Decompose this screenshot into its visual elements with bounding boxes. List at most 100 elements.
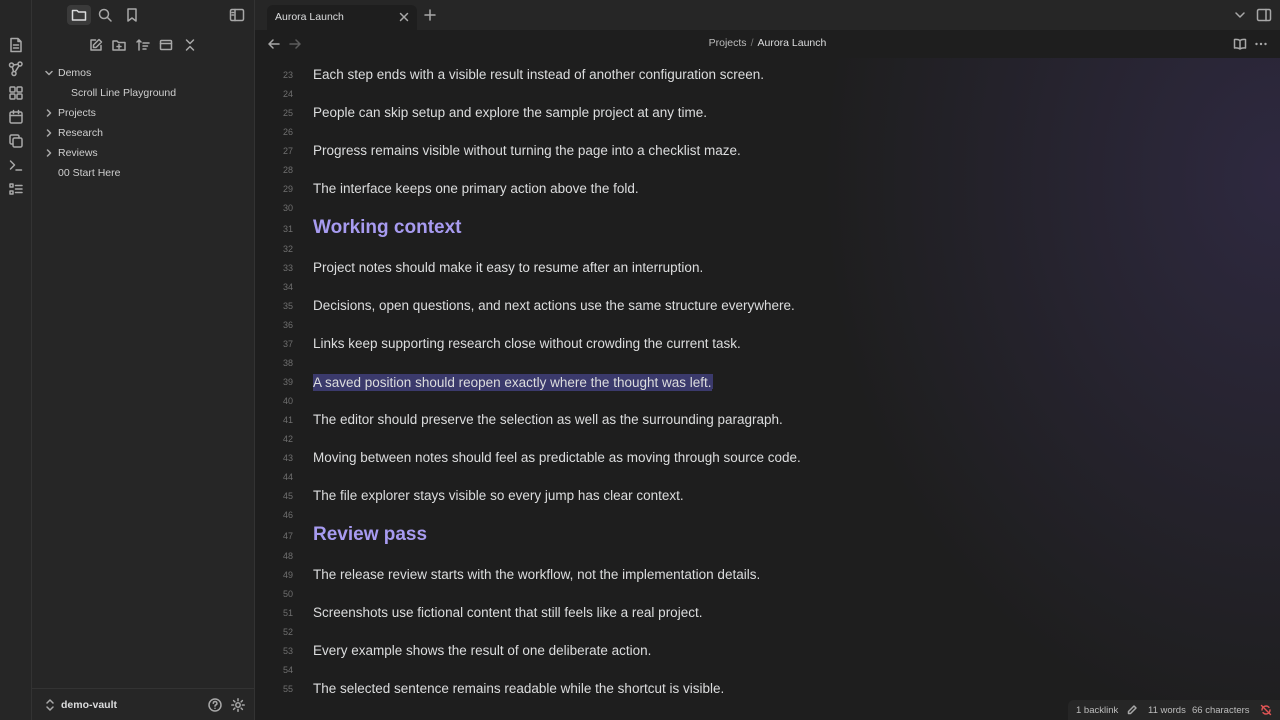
- line-number: 45: [282, 491, 293, 501]
- line-number: 47: [282, 531, 293, 541]
- vault-switcher-icon[interactable]: [44, 698, 56, 712]
- tree-item-label: Projects: [58, 107, 96, 119]
- checklist-icon[interactable]: [7, 180, 25, 198]
- tab-title: Aurora Launch: [275, 11, 344, 23]
- line-number: 55: [282, 684, 293, 694]
- line-number: 52: [282, 627, 293, 637]
- search-icon[interactable]: [96, 6, 114, 24]
- selected-paragraph[interactable]: A saved position should reopen exactly w…: [313, 374, 713, 391]
- status-bar: 1 backlink 11 words 66 characters: [1068, 700, 1280, 720]
- sync-error-icon[interactable]: [1260, 704, 1272, 716]
- line-number: 36: [282, 320, 293, 330]
- paragraph-line[interactable]: The file explorer stays visible so every…: [313, 488, 684, 503]
- paragraph-line[interactable]: The editor should preserve the selection…: [313, 412, 783, 427]
- vault-name[interactable]: demo-vault: [61, 699, 117, 711]
- line-number: 48: [282, 551, 293, 561]
- daily-note-icon[interactable]: [7, 36, 25, 54]
- new-folder-icon[interactable]: [111, 37, 127, 53]
- line-number: 54: [282, 665, 293, 675]
- copy-icon[interactable]: [7, 132, 25, 150]
- file-explorer-sidebar: Demos Scroll Line Playground Projects Re…: [32, 0, 255, 720]
- breadcrumb: Projects / Aurora Launch: [255, 37, 1280, 49]
- edit-pencil-icon[interactable]: [1126, 704, 1138, 716]
- bookmark-icon[interactable]: [123, 6, 141, 24]
- tab-close-icon[interactable]: [398, 11, 410, 23]
- sort-icon[interactable]: [135, 37, 151, 53]
- line-number: 26: [282, 127, 293, 137]
- collapse-icon[interactable]: [158, 37, 174, 53]
- character-count: 66 characters: [1192, 705, 1250, 716]
- calendar-icon[interactable]: [7, 108, 25, 126]
- line-number: 51: [282, 608, 293, 618]
- line-number: 35: [282, 301, 293, 311]
- line-number: 23: [282, 70, 293, 80]
- line-number: 38: [282, 358, 293, 368]
- canvas-icon[interactable]: [7, 84, 25, 102]
- paragraph-line[interactable]: Decisions, open questions, and next acti…: [313, 298, 795, 313]
- breadcrumb-parent[interactable]: Projects: [709, 37, 747, 49]
- paragraph-line[interactable]: Screenshots use fictional content that s…: [313, 605, 702, 620]
- new-note-icon[interactable]: [88, 37, 104, 53]
- line-number: 28: [282, 165, 293, 175]
- tree-item-label: Research: [58, 127, 103, 139]
- tab-aurora-launch[interactable]: Aurora Launch: [267, 5, 417, 30]
- text-cursor: [711, 374, 713, 389]
- text-selection: A saved position should reopen exactly w…: [313, 374, 712, 391]
- tree-folder-research[interactable]: Research: [32, 123, 255, 143]
- reading-view-book-icon[interactable]: [1232, 36, 1248, 52]
- tree-folder-reviews[interactable]: Reviews: [32, 143, 255, 163]
- tree-file-00-start-here[interactable]: 00 Start Here: [32, 163, 255, 183]
- line-number: 46: [282, 510, 293, 520]
- tree-item-label: Demos: [58, 67, 92, 79]
- help-icon[interactable]: [207, 697, 223, 713]
- word-count: 11 words: [1148, 705, 1186, 716]
- line-number: 44: [282, 472, 293, 482]
- line-number: 41: [282, 415, 293, 425]
- line-number: 43: [282, 453, 293, 463]
- more-options-icon[interactable]: [1253, 36, 1269, 52]
- section-heading[interactable]: Working context: [313, 217, 462, 239]
- sidebar-toggle-icon[interactable]: [228, 6, 246, 24]
- tree-folder-projects[interactable]: Projects: [32, 103, 255, 123]
- paragraph-line[interactable]: Project notes should make it easy to res…: [313, 260, 703, 275]
- line-number: 31: [282, 224, 293, 234]
- paragraph-line[interactable]: The selected sentence remains readable w…: [313, 681, 724, 696]
- breadcrumb-current[interactable]: Aurora Launch: [757, 37, 826, 49]
- paragraph-line[interactable]: The interface keeps one primary action a…: [313, 181, 639, 196]
- vault-bar: demo-vault: [32, 688, 255, 720]
- line-number: 53: [282, 646, 293, 656]
- paragraph-line[interactable]: Every example shows the result of one de…: [313, 643, 651, 658]
- line-number: 27: [282, 146, 293, 156]
- tree-item-label: Scroll Line Playground: [71, 87, 177, 99]
- tree-item-label: Reviews: [58, 147, 98, 159]
- new-tab-plus-icon[interactable]: [423, 8, 437, 22]
- tree-folder-demos[interactable]: Demos: [32, 63, 255, 83]
- graph-icon[interactable]: [7, 60, 25, 78]
- paragraph-line[interactable]: Links keep supporting research close wit…: [313, 336, 741, 351]
- line-number: 40: [282, 396, 293, 406]
- folder-icon[interactable]: [67, 5, 91, 25]
- line-number: 29: [282, 184, 293, 194]
- line-number: 42: [282, 434, 293, 444]
- line-number: 32: [282, 244, 293, 254]
- section-heading[interactable]: Review pass: [313, 524, 427, 546]
- paragraph-line[interactable]: People can skip setup and explore the sa…: [313, 105, 707, 120]
- line-number: 30: [282, 203, 293, 213]
- terminal-icon[interactable]: [7, 156, 25, 174]
- line-number: 39: [282, 377, 293, 387]
- line-number: 34: [282, 282, 293, 292]
- settings-gear-icon[interactable]: [230, 697, 246, 713]
- paragraph-line[interactable]: The release review starts with the workf…: [313, 567, 760, 582]
- close-icon[interactable]: [182, 37, 198, 53]
- ribbon: [0, 0, 32, 720]
- line-number: 25: [282, 108, 293, 118]
- right-sidebar-toggle-icon[interactable]: [1255, 6, 1273, 24]
- paragraph-line[interactable]: Moving between notes should feel as pred…: [313, 450, 801, 465]
- paragraph-line[interactable]: Progress remains visible without turning…: [313, 143, 741, 158]
- editor-pane[interactable]: 23 Each step ends with a visible result i…: [255, 58, 1280, 720]
- paragraph-line[interactable]: Each step ends with a visible result ins…: [313, 67, 764, 82]
- backlink-count[interactable]: 1 backlink: [1076, 705, 1118, 716]
- tab-list-chevron-down-icon[interactable]: [1233, 8, 1247, 22]
- tree-file-scroll-line-playground[interactable]: Scroll Line Playground: [32, 83, 255, 103]
- tab-bar: Aurora Launch: [255, 0, 1280, 30]
